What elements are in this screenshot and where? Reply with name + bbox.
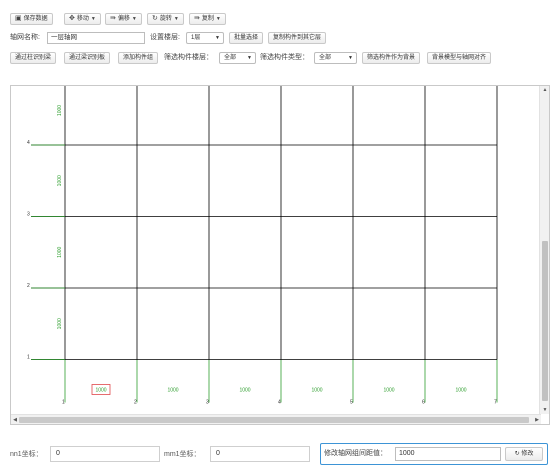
mm1-input[interactable]: 0 (210, 446, 310, 462)
rotate-label: 旋转 (159, 16, 172, 22)
copy-button[interactable]: ⇛ 复制 ▼ (189, 13, 226, 25)
spacing-modify-group: 修改轴网组间距值： 1000 ↻ 修改 (320, 443, 548, 465)
spacing-input[interactable]: 1000 (395, 447, 501, 461)
save-button[interactable]: ▣ 保存数据 (10, 13, 53, 25)
axis-grid-drawing[interactable]: 1 2 3 4 5 6 7 4 3 2 1 1000 1000 1000 1000 1000 1000 1000 1… (11, 86, 541, 414)
identify-beam-label: 通过柱识别梁 (15, 55, 52, 61)
copy-icon: ⇛ (194, 15, 200, 22)
scroll-up-icon[interactable]: ▲ (540, 86, 550, 94)
column-spacing-label[interactable]: 1000 (455, 388, 466, 394)
move-button[interactable]: ✥ 移动 ▼ (64, 13, 101, 25)
floor-label: 设置楼层: (150, 34, 180, 41)
scroll-right-icon[interactable]: ▶ (533, 415, 541, 425)
offset-button[interactable]: ⇛ 偏移 ▼ (105, 13, 142, 25)
chevron-down-icon: ▼ (131, 16, 137, 22)
axis-net-name-label: 轴网名称: (10, 34, 40, 41)
floor-select-value: 1层 (191, 35, 201, 41)
copy-to-floor-button[interactable]: 复制构件到其它层 (268, 32, 327, 44)
align-background-button[interactable]: 背景模型与轴网对齐 (427, 52, 492, 64)
spacing-label: 修改轴网组间距值： (324, 450, 387, 457)
column-spacing-label[interactable]: 1000 (311, 388, 322, 394)
row-axis-label: 4 (27, 140, 30, 146)
type-filter-label: 筛选构件类型： (260, 54, 309, 61)
add-group-label: 添加构件组 (123, 55, 154, 61)
row-axis-label: 3 (27, 212, 30, 218)
filter-as-background-label: 筛选构件作为背景 (367, 55, 416, 61)
refresh-icon: ↻ (514, 451, 520, 457)
chevron-down-icon: ▼ (215, 35, 220, 41)
row-spacing-label[interactable]: 1000 (57, 318, 63, 329)
add-group-button[interactable]: 添加构件组 (118, 52, 159, 64)
type-filter-value: 全部 (319, 55, 332, 61)
identify-beam-by-column-button[interactable]: 通过柱识别梁 (10, 52, 57, 64)
filter-as-background-button[interactable]: 筛选构件作为背景 (362, 52, 421, 64)
row-spacing-label[interactable]: 1000 (57, 175, 63, 186)
column-spacing-label[interactable]: 1000 (383, 388, 394, 394)
chevron-down-icon: ▼ (247, 55, 252, 61)
row-axis-label: 1 (27, 355, 30, 361)
row-spacing-label[interactable]: 1000 (57, 105, 63, 116)
scroll-down-icon[interactable]: ▼ (540, 406, 550, 414)
copy-label: 复制 (201, 16, 214, 22)
chevron-down-icon: ▼ (90, 16, 96, 22)
align-background-label: 背景模型与轴网对齐 (432, 55, 487, 61)
modify-label: 修改 (521, 451, 534, 457)
save-icon: ▣ (15, 15, 22, 22)
axis-net-name-input[interactable]: 一层轴网 (47, 32, 145, 44)
column-axis-label: 4 (278, 400, 281, 406)
type-filter-select[interactable]: 全部 ▼ (314, 52, 357, 64)
row-spacing-label[interactable]: 1000 (57, 246, 63, 257)
floor-filter-label: 筛选构件楼层： (164, 54, 213, 61)
batch-select-button[interactable]: 批量选择 (229, 32, 264, 44)
offset-label: 偏移 (117, 16, 130, 22)
rotate-icon: ↻ (152, 15, 158, 22)
identify-slab-by-beam-button[interactable]: 通过梁识别板 (64, 52, 111, 64)
column-axis-label: 2 (134, 400, 137, 406)
identify-slab-label: 通过梁识别板 (69, 55, 106, 61)
vertical-scroll-thumb[interactable] (542, 241, 548, 401)
column-axis-label: 5 (350, 400, 353, 406)
floor-filter-select[interactable]: 全部 ▼ (219, 52, 256, 64)
offset-icon: ⇛ (110, 15, 116, 22)
mm1-label: mm1坐标： (164, 451, 201, 458)
rotate-button[interactable]: ↻ 旋转 ▼ (147, 13, 184, 25)
chevron-down-icon: ▼ (173, 16, 179, 22)
column-spacing-label[interactable]: 1000 (239, 388, 250, 394)
row-axis-label: 2 (27, 283, 30, 289)
column-axis-label: 6 (422, 400, 425, 406)
chevron-down-icon: ▼ (215, 16, 221, 22)
column-axis-label: 3 (206, 400, 209, 406)
nn1-input[interactable]: 0 (50, 446, 160, 462)
modify-button[interactable]: ↻ 修改 (505, 447, 543, 461)
floor-select[interactable]: 1层 ▼ (186, 32, 224, 44)
horizontal-scrollbar[interactable]: ◀ ▶ (11, 414, 541, 424)
move-icon: ✥ (69, 15, 75, 22)
vertical-scrollbar[interactable]: ▲ ▼ (539, 86, 549, 414)
axis-grid-canvas[interactable]: 1 2 3 4 5 6 7 4 3 2 1 1000 1000 1000 1000 1000 1000 1000 1… (10, 85, 550, 425)
chevron-down-icon: ▼ (348, 55, 353, 61)
scroll-left-icon[interactable]: ◀ (11, 415, 19, 425)
column-axis-label: 7 (494, 400, 497, 406)
move-label: 移动 (76, 16, 89, 22)
column-spacing-label[interactable]: 1000 (95, 388, 106, 394)
floor-filter-value: 全部 (224, 55, 237, 61)
save-label: 保存数据 (23, 16, 48, 22)
column-spacing-label[interactable]: 1000 (167, 388, 178, 394)
nn1-label: nn1坐标： (10, 451, 43, 458)
batch-select-label: 批量选择 (234, 35, 259, 41)
column-axis-label: 1 (62, 400, 65, 406)
horizontal-scroll-thumb[interactable] (19, 417, 529, 423)
copy-to-floor-label: 复制构件到其它层 (273, 35, 322, 41)
